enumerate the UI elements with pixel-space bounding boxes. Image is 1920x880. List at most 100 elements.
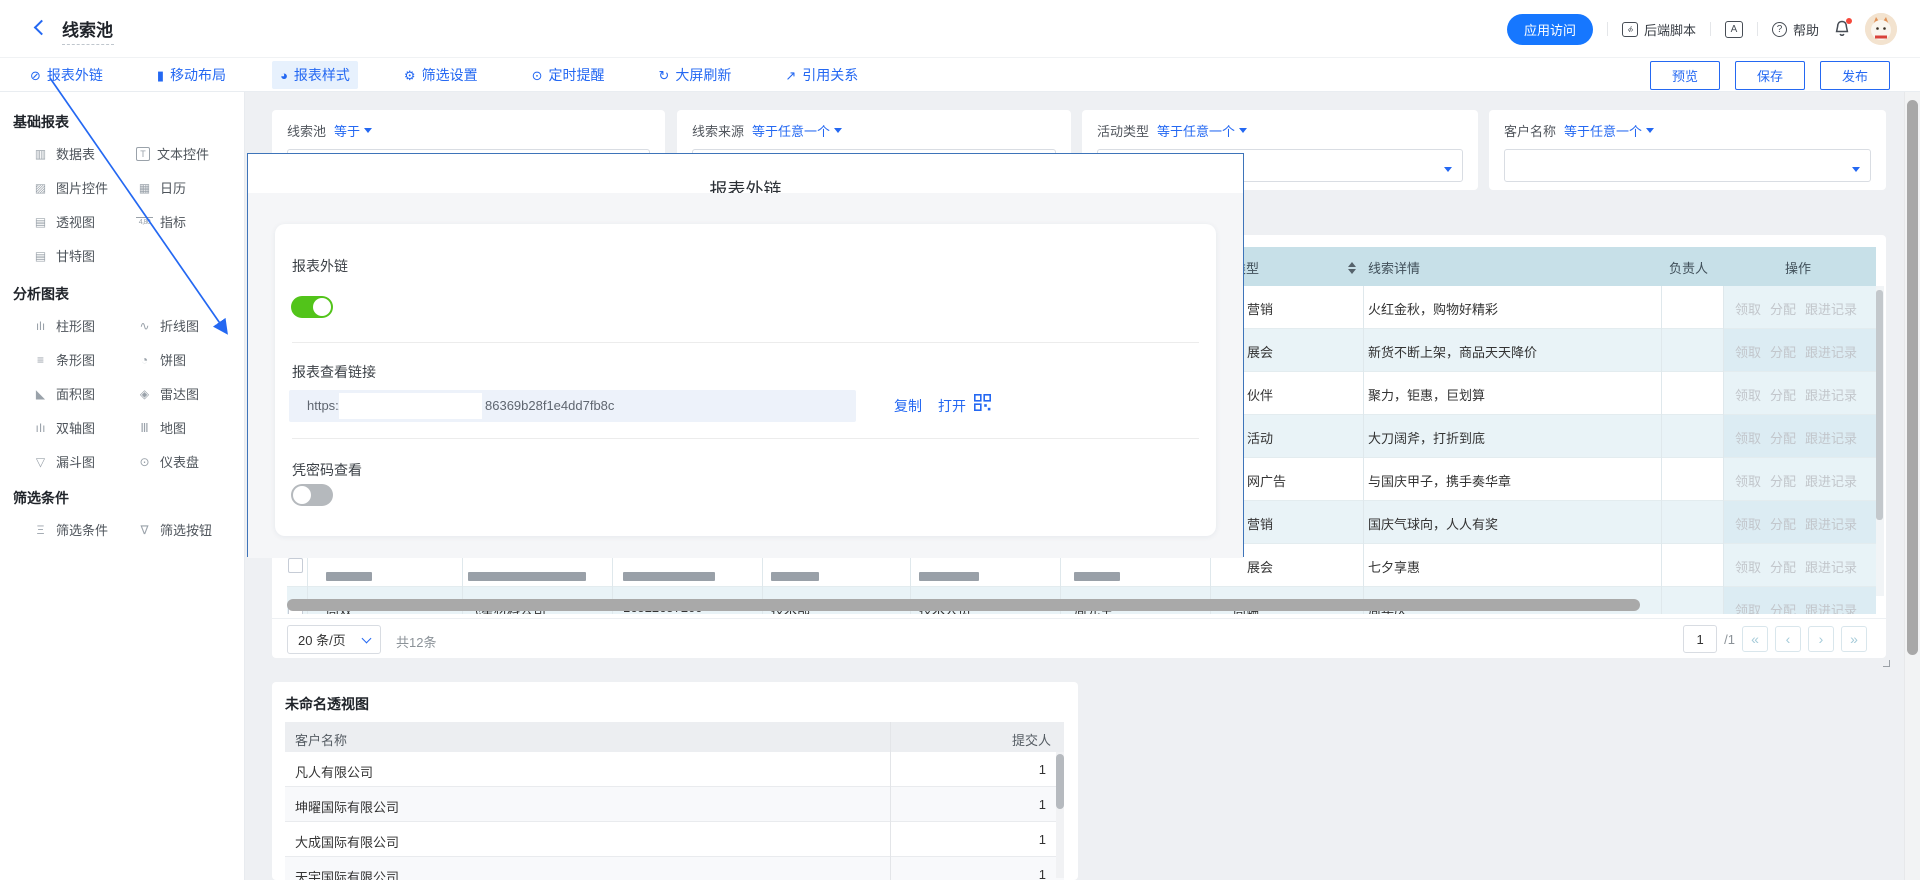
help-button[interactable]: ? 帮助 <box>1772 20 1819 39</box>
cell-detail: 火红金秋，购物好精彩 <box>1368 299 1498 318</box>
followup-link[interactable]: 跟进记录 <box>1805 471 1857 490</box>
claim-link[interactable]: 领取 <box>1735 600 1761 614</box>
report-url-field[interactable]: https:// 86369b28f1e4dd7fb8c <box>289 390 856 422</box>
claim-link[interactable]: 领取 <box>1735 471 1761 490</box>
filter-label: 活动类型 <box>1097 121 1149 140</box>
preview-button[interactable]: 预览 <box>1650 61 1720 90</box>
pivot-scrollbar[interactable] <box>1056 754 1064 809</box>
cell-type: 营销 <box>1247 514 1273 533</box>
qr-code-icon[interactable] <box>974 394 991 416</box>
user-avatar[interactable] <box>1865 13 1897 45</box>
notification-bell-icon[interactable] <box>1833 19 1851 39</box>
followup-link[interactable]: 跟进记录 <box>1805 385 1857 404</box>
external-link-toggle[interactable] <box>291 296 333 318</box>
filter-condition-dropdown[interactable]: 等于 <box>334 121 372 140</box>
widget-gantt[interactable]: ▤甘特图 <box>32 246 136 265</box>
widget-radar-chart[interactable]: ◈雷达图 <box>136 384 236 403</box>
filter-condition-dropdown[interactable]: 等于任意一个 <box>1157 121 1247 140</box>
copy-link-button[interactable]: 复制 <box>894 396 922 416</box>
last-page-button[interactable]: » <box>1841 626 1867 652</box>
tab-report-style[interactable]: ◕报表样式 <box>272 61 358 89</box>
external-link-toggle-label: 报表外链 <box>292 256 348 276</box>
card-resize-handle[interactable] <box>1883 660 1890 667</box>
widget-area-chart[interactable]: ◣面积图 <box>32 384 136 403</box>
cell-type: 活动 <box>1247 428 1273 447</box>
backend-script-button[interactable]: ‹/› 后端脚本 <box>1622 20 1696 39</box>
widget-filter-button[interactable]: ∇筛选按钮 <box>136 520 236 539</box>
assign-link[interactable]: 分配 <box>1770 471 1796 490</box>
widget-data-table[interactable]: ▥数据表 <box>32 144 136 163</box>
section-filter-conditions: 筛选条件 <box>13 488 69 508</box>
sort-icon[interactable] <box>1347 258 1357 278</box>
clipped-text-fragment <box>326 572 372 581</box>
widget-bar-chart[interactable]: ≡条形图 <box>32 350 136 369</box>
followup-link[interactable]: 跟进记录 <box>1805 557 1857 576</box>
assign-link[interactable]: 分配 <box>1770 299 1796 318</box>
widget-calendar[interactable]: ▦日历 <box>136 178 236 197</box>
row-checkbox[interactable] <box>288 558 303 573</box>
claim-link[interactable]: 领取 <box>1735 385 1761 404</box>
widget-dual-axis-chart[interactable]: ıIı双轴图 <box>32 418 136 437</box>
followup-link[interactable]: 跟进记录 <box>1805 342 1857 361</box>
page-scrollbar[interactable] <box>1907 100 1918 655</box>
widget-gauge[interactable]: ⊙仪表盘 <box>136 452 236 471</box>
tab-external-link[interactable]: ⊘报表外链 <box>22 61 111 89</box>
assign-link[interactable]: 分配 <box>1770 600 1796 614</box>
assign-link[interactable]: 分配 <box>1770 514 1796 533</box>
widget-column-chart[interactable]: ılı柱形图 <box>32 316 136 335</box>
reference-arrow-icon: ↗ <box>785 69 796 82</box>
save-button[interactable]: 保存 <box>1735 61 1805 90</box>
tab-filter-settings[interactable]: ⚙筛选设置 <box>396 61 486 89</box>
first-page-button[interactable]: « <box>1742 626 1768 652</box>
translate-icon[interactable]: A <box>1725 21 1743 38</box>
assign-link[interactable]: 分配 <box>1770 428 1796 447</box>
prev-page-button[interactable]: ‹ <box>1775 626 1801 652</box>
followup-link[interactable]: 跟进记录 <box>1805 600 1857 614</box>
filter-condition-dropdown[interactable]: 等于任意一个 <box>1564 121 1654 140</box>
widget-pivot[interactable]: ▤透视图 <box>32 212 136 231</box>
claim-link[interactable]: 领取 <box>1735 428 1761 447</box>
claim-link[interactable]: 领取 <box>1735 514 1761 533</box>
tab-screen-refresh[interactable]: ↻大屏刷新 <box>650 61 739 89</box>
divider <box>1710 22 1711 36</box>
claim-link[interactable]: 领取 <box>1735 557 1761 576</box>
followup-link[interactable]: 跟进记录 <box>1805 428 1857 447</box>
followup-link[interactable]: 跟进记录 <box>1805 514 1857 533</box>
pivot-row: 坤曜国际有限公司 1 <box>285 787 1064 822</box>
table-vertical-scrollbar[interactable] <box>1876 290 1883 520</box>
radar-chart-icon: ◈ <box>136 387 153 401</box>
assign-link[interactable]: 分配 <box>1770 342 1796 361</box>
tab-mobile-layout[interactable]: ▮移动布局 <box>149 61 234 89</box>
open-link-button[interactable]: 打开 <box>938 396 966 416</box>
tab-timed-reminder[interactable]: ⊙定时提醒 <box>524 61 613 89</box>
tab-reference-relation[interactable]: ↗引用关系 <box>777 61 866 89</box>
notification-dot <box>1846 18 1852 24</box>
followup-link[interactable]: 跟进记录 <box>1805 299 1857 318</box>
filter-condition-dropdown[interactable]: 等于任意一个 <box>752 121 842 140</box>
assign-link[interactable]: 分配 <box>1770 557 1796 576</box>
widget-filter-condition[interactable]: Ξ筛选条件 <box>32 520 136 539</box>
pivot-header-name: 客户名称 <box>295 730 347 749</box>
table-horizontal-scrollbar[interactable] <box>287 599 1640 611</box>
widget-image-control[interactable]: ▨图片控件 <box>32 178 136 197</box>
clipped-text-fragment <box>468 572 586 581</box>
app-access-button[interactable]: 应用访问 <box>1507 14 1593 45</box>
title-edit-underline <box>62 44 114 45</box>
claim-link[interactable]: 领取 <box>1735 342 1761 361</box>
claim-link[interactable]: 领取 <box>1735 299 1761 318</box>
password-view-toggle[interactable] <box>291 484 333 506</box>
filter-select[interactable] <box>1504 149 1871 182</box>
widget-pie-chart[interactable]: ◔饼图 <box>136 350 236 369</box>
page-number-input[interactable] <box>1683 625 1717 653</box>
widget-line-chart[interactable]: ∿折线图 <box>136 316 236 335</box>
cell-type: 营销 <box>1247 299 1273 318</box>
publish-button[interactable]: 发布 <box>1820 61 1890 90</box>
page-size-select[interactable]: 20 条/页 <box>287 625 381 654</box>
widget-funnel-chart[interactable]: ▽漏斗图 <box>32 452 136 471</box>
widget-map[interactable]: Ⅲ地图 <box>136 418 236 437</box>
back-icon[interactable] <box>34 20 50 36</box>
assign-link[interactable]: 分配 <box>1770 385 1796 404</box>
widget-kpi[interactable]: 4,80指标 <box>136 212 236 231</box>
widget-text-control[interactable]: T文本控件 <box>136 144 236 163</box>
next-page-button[interactable]: › <box>1808 626 1834 652</box>
